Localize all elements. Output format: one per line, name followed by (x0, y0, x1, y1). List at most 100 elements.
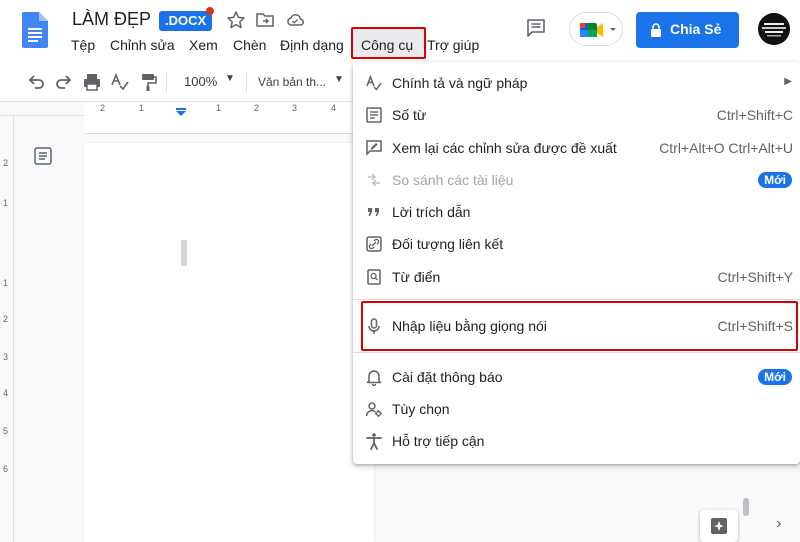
menu-item-shortcut: Ctrl+Alt+O Ctrl+Alt+U (659, 140, 793, 156)
menu-separator (353, 299, 800, 300)
ruler-number: 2 (254, 103, 260, 113)
document-page[interactable] (84, 143, 374, 542)
chevron-down-icon: ▼ (225, 73, 235, 84)
menu-tools[interactable]: Công cụ (361, 37, 413, 53)
tools-menu: Chính tả và ngữ pháp ▶ Số từ Ctrl+Shift+… (353, 62, 800, 464)
ruler-page-area (84, 102, 360, 116)
menu-item-shortcut: Ctrl+Shift+Y (717, 269, 793, 285)
lock-icon (651, 23, 661, 37)
document-title[interactable]: LÀM ĐẸP (72, 9, 151, 30)
indent-marker-icon[interactable] (175, 103, 187, 116)
menu-item-dictionary[interactable]: Từ điển Ctrl+Shift+Y (353, 261, 800, 293)
text-cursor (181, 240, 187, 266)
menu-item-review-edits[interactable]: Xem lại các chỉnh sửa được đề xuất Ctrl+… (353, 132, 800, 164)
toolbar-divider (246, 72, 247, 92)
ruler-number: 2 (100, 103, 106, 113)
menu-separator (353, 352, 800, 353)
dictionary-icon (365, 268, 383, 286)
vruler-number: 1 (3, 198, 9, 208)
share-button[interactable]: Chia Sẻ (636, 12, 739, 48)
menu-item-label: Từ điển (392, 269, 441, 285)
vruler-number: 3 (3, 352, 9, 362)
style-value: Văn bản th... (258, 75, 327, 89)
vruler-number: 4 (3, 388, 9, 398)
review-edits-icon (365, 139, 383, 157)
menu-item-label: Tùy chọn (392, 401, 450, 417)
cloud-status-icon[interactable] (285, 10, 305, 30)
vruler-number: 2 (3, 158, 9, 168)
docs-logo-icon[interactable] (22, 12, 48, 48)
redo-icon[interactable] (54, 72, 74, 97)
menu-item-accessibility[interactable]: Hỗ trợ tiếp cận (353, 425, 800, 457)
voice-typing-highlight (361, 301, 798, 351)
menu-item-notification-settings[interactable]: Cài đặt thông báo Mới (353, 361, 800, 393)
previous-page-edge (84, 116, 374, 134)
header-actions: Chia Sẻ (480, 0, 800, 62)
menu-item-label: Xem lại các chỉnh sửa được đề xuất (392, 140, 617, 156)
menu-item-label: Số từ (392, 107, 427, 123)
vruler-number: 6 (3, 464, 9, 474)
menu-item-label: Lời trích dẫn (392, 204, 471, 220)
bell-icon (365, 368, 383, 387)
menu-item-label: Đối tượng liên kết (392, 236, 504, 252)
menu-file[interactable]: Tệp (71, 37, 95, 53)
menu-item-label: Cài đặt thông báo (392, 369, 503, 385)
explore-icon (711, 518, 727, 534)
submenu-arrow-icon: ▶ (784, 76, 792, 87)
menu-item-spelling-grammar[interactable]: Chính tả và ngữ pháp ▶ (353, 67, 800, 99)
compare-icon (365, 171, 383, 189)
menu-item-compare-documents: So sánh các tài liệu Mới (353, 164, 800, 196)
menu-item-word-count[interactable]: Số từ Ctrl+Shift+C (353, 99, 800, 131)
accessibility-icon (365, 432, 383, 450)
ruler-number: 3 (292, 103, 298, 113)
file-type-badge: .DOCX (159, 11, 213, 31)
linked-objects-icon (365, 235, 383, 253)
undo-icon[interactable] (26, 72, 46, 97)
account-avatar[interactable] (758, 13, 790, 45)
document-outline-icon[interactable] (34, 147, 52, 170)
ruler-number: 1 (216, 103, 222, 113)
comment-history-icon[interactable] (526, 18, 546, 43)
ruler-number: 1 (139, 103, 145, 113)
menu-format[interactable]: Định dạng (280, 37, 344, 53)
print-icon[interactable] (82, 72, 102, 97)
spellcheck-icon[interactable] (110, 72, 130, 97)
meet-icon (580, 23, 616, 37)
vruler-number: 2 (3, 314, 9, 324)
zoom-value: 100% (184, 74, 218, 89)
menu-item-preferences[interactable]: Tùy chọn (353, 393, 800, 425)
new-badge: Mới (758, 369, 792, 385)
move-folder-icon[interactable] (255, 10, 275, 30)
menu-item-label: Hỗ trợ tiếp cận (392, 433, 485, 449)
share-label: Chia Sẻ (670, 21, 722, 37)
menu-item-citations[interactable]: Lời trích dẫn (353, 196, 800, 228)
meet-button[interactable] (569, 12, 623, 46)
paragraph-style-select[interactable]: Văn bản th... ▼ (252, 70, 348, 94)
new-badge: Mới (758, 172, 792, 188)
menu-edit[interactable]: Chỉnh sửa (110, 37, 175, 53)
scrollbar-thumb[interactable] (743, 498, 749, 516)
menu-insert[interactable]: Chèn (233, 37, 266, 53)
word-count-icon (365, 106, 383, 124)
chevron-right-icon[interactable]: › (776, 515, 781, 533)
explore-button[interactable] (700, 510, 738, 542)
menu-help[interactable]: Trợ giúp (427, 37, 479, 53)
menu-item-linked-objects[interactable]: Đối tượng liên kết (353, 228, 800, 260)
chevron-down-icon: ▼ (334, 74, 344, 85)
quote-icon (365, 203, 383, 221)
menu-item-shortcut: Ctrl+Shift+C (716, 107, 793, 123)
paint-format-icon[interactable] (138, 72, 158, 97)
vruler-number: 1 (3, 278, 9, 288)
menu-view[interactable]: Xem (189, 37, 218, 53)
zoom-select[interactable]: 100% ▼ (176, 70, 240, 94)
vertical-ruler: 2 1 1 2 3 4 5 6 (0, 116, 14, 542)
menu-item-label: Chính tả và ngữ pháp (392, 75, 528, 91)
toolbar-divider (166, 72, 167, 92)
preferences-icon (365, 400, 383, 418)
notification-dot (206, 7, 214, 15)
spellcheck-icon (365, 74, 383, 92)
vruler-number: 5 (3, 426, 9, 436)
menu-item-label: So sánh các tài liệu (392, 172, 514, 188)
star-icon[interactable] (226, 10, 246, 30)
ruler-number: 4 (331, 103, 337, 113)
